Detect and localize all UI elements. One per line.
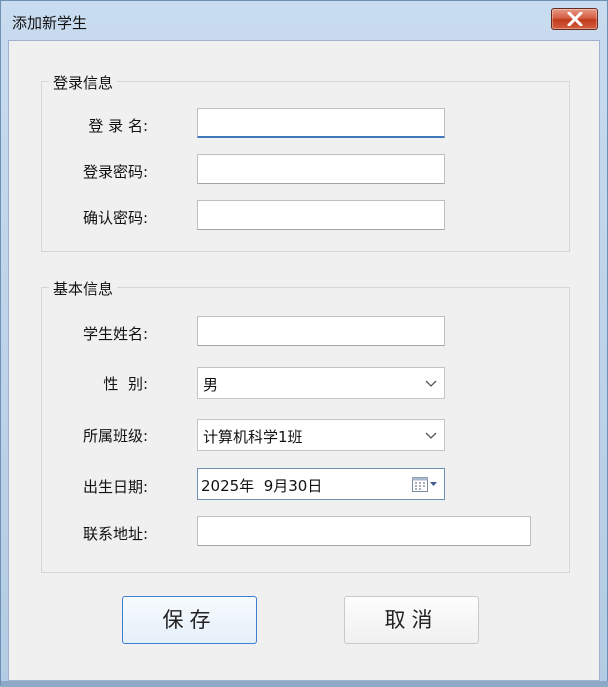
add-student-window: 添加新学生 登录信息 登 录 名: 登录密码: 确认密码: 基本信息 学生姓名:…	[0, 0, 608, 687]
birth-date-value: 2025年 9月30日	[201, 477, 323, 495]
address-label: 联系地址:	[82, 525, 148, 543]
password-label: 登录密码:	[82, 163, 148, 181]
basic-info-title: 基本信息	[49, 278, 118, 299]
class-select[interactable]: 计算机科学1班	[197, 419, 445, 451]
title-bar[interactable]: 添加新学生	[1, 1, 607, 41]
dialog-body: 登录信息 登 录 名: 登录密码: 确认密码: 基本信息 学生姓名: 性 别: …	[8, 40, 600, 681]
close-x-icon	[567, 12, 583, 26]
birth-date-picker[interactable]: 2025年 9月30日	[197, 468, 445, 500]
class-label: 所属班级:	[82, 427, 148, 445]
gender-label: 性 别:	[103, 375, 148, 393]
student-name-label: 学生姓名:	[82, 325, 148, 343]
chevron-down-icon	[425, 380, 437, 387]
address-input[interactable]	[197, 516, 531, 546]
password-input[interactable]	[197, 154, 445, 184]
confirm-password-input[interactable]	[197, 200, 445, 230]
close-button[interactable]	[551, 8, 598, 30]
window-bottom-border	[1, 681, 608, 687]
chevron-down-icon	[425, 432, 437, 439]
username-label: 登 录 名:	[88, 117, 148, 135]
username-input[interactable]	[197, 108, 445, 138]
confirm-password-label: 确认密码:	[82, 209, 148, 227]
gender-select[interactable]: 男	[197, 367, 445, 399]
calendar-icon[interactable]	[412, 476, 438, 493]
cancel-button[interactable]: 取消	[344, 596, 479, 644]
login-info-title: 登录信息	[49, 72, 118, 93]
save-button[interactable]: 保存	[122, 596, 257, 644]
gender-value: 男	[203, 376, 219, 394]
birth-date-label: 出生日期:	[82, 478, 148, 496]
student-name-input[interactable]	[197, 316, 445, 346]
window-title: 添加新学生	[12, 14, 88, 32]
class-value: 计算机科学1班	[203, 428, 303, 446]
